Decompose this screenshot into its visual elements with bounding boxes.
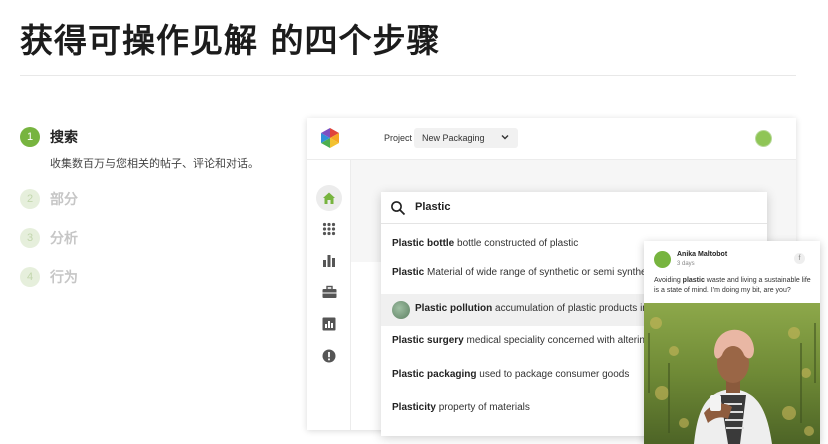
step-analyze[interactable]: 3 分析 bbox=[20, 228, 78, 248]
result-term: Plastic bbox=[392, 267, 425, 278]
briefcase-icon[interactable] bbox=[316, 279, 342, 305]
result-term: Plasticity bbox=[392, 402, 436, 413]
step-number: 2 bbox=[20, 189, 40, 209]
step-search[interactable]: 1 搜索 bbox=[20, 127, 78, 147]
bar-chart-icon[interactable] bbox=[316, 248, 342, 274]
search-input[interactable]: Plastic bbox=[415, 201, 450, 213]
project-select-value: New Packaging bbox=[422, 133, 485, 143]
result-thumbnail bbox=[392, 301, 410, 319]
step-number: 3 bbox=[20, 228, 40, 248]
step-act[interactable]: 4 行为 bbox=[20, 267, 78, 287]
result-description: medical speciality concerned with alteri… bbox=[466, 335, 651, 346]
result-term: Plastic surgery bbox=[392, 335, 464, 346]
app-topbar: Project New Packaging bbox=[307, 118, 796, 160]
result-description: bottle constructed of plastic bbox=[457, 238, 579, 249]
search-bar[interactable]: Plastic bbox=[381, 192, 767, 224]
author-name: Anika Maltobot bbox=[677, 251, 728, 258]
result-term: Plastic bottle bbox=[392, 238, 455, 249]
facebook-icon: f bbox=[794, 253, 805, 264]
user-avatar[interactable] bbox=[755, 130, 772, 147]
chevron-down-icon bbox=[501, 135, 509, 140]
logo-icon bbox=[321, 128, 339, 148]
report-icon[interactable] bbox=[316, 311, 342, 337]
post-text: Avoiding plastic waste and living a sust… bbox=[654, 277, 811, 294]
step-label: 行为 bbox=[50, 270, 78, 286]
search-icon bbox=[391, 201, 406, 216]
step-description: 收集数百万与您相关的帖子、评论和对话。 bbox=[50, 157, 259, 170]
result-term: Plastic packaging bbox=[392, 369, 477, 380]
title-divider bbox=[20, 75, 796, 76]
app-sidebar bbox=[307, 160, 351, 430]
step-label: 搜索 bbox=[50, 130, 78, 146]
project-label: Project bbox=[384, 133, 413, 143]
alert-icon[interactable] bbox=[316, 343, 342, 369]
step-label: 部分 bbox=[50, 192, 78, 208]
project-select[interactable]: New Packaging bbox=[414, 128, 518, 148]
step-label: 分析 bbox=[50, 231, 78, 247]
page-title: 获得可操作见解 的四个步骤 bbox=[20, 21, 441, 60]
author-avatar bbox=[654, 251, 671, 268]
result-term: Plastic pollution bbox=[415, 303, 493, 314]
result-description: used to package consumer goods bbox=[479, 369, 630, 380]
apps-grid-icon[interactable] bbox=[316, 216, 342, 242]
post-time: 3 days bbox=[677, 261, 695, 267]
result-description: accumulation of plastic products in the bbox=[495, 303, 665, 314]
post-photo bbox=[644, 303, 820, 444]
step-segment[interactable]: 2 部分 bbox=[20, 189, 78, 209]
step-number: 4 bbox=[20, 267, 40, 287]
step-number: 1 bbox=[20, 127, 40, 147]
home-icon[interactable] bbox=[316, 185, 342, 211]
social-post-card[interactable]: Anika Maltobot 3 days f Avoiding plastic… bbox=[644, 241, 820, 444]
result-description: Material of wide range of synthetic or s… bbox=[427, 267, 657, 278]
result-description: property of materials bbox=[438, 402, 530, 413]
